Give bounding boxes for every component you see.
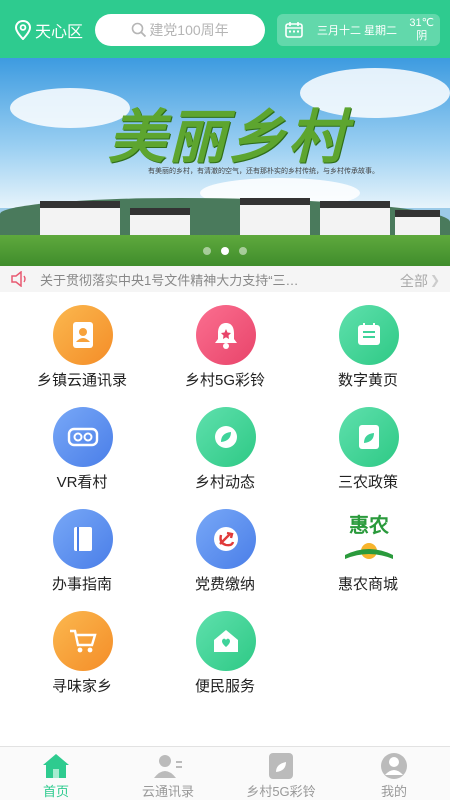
- location-selector[interactable]: 天心区: [14, 18, 83, 42]
- carousel-dot[interactable]: [221, 247, 229, 255]
- contacts-icon: [53, 305, 113, 365]
- service-party-dues[interactable]: 党费缴纳: [150, 509, 300, 609]
- carousel-dot[interactable]: [239, 247, 247, 255]
- contacts-tab-icon: [154, 755, 182, 778]
- party-emblem-icon: [196, 509, 256, 569]
- service-guide[interactable]: 办事指南: [7, 509, 157, 609]
- service-vr-village[interactable]: VR看村: [7, 407, 157, 507]
- leaf-icon: [196, 407, 256, 467]
- yellow-pages-icon: [339, 305, 399, 365]
- cart-icon: [53, 611, 113, 671]
- location-label: 天心区: [35, 24, 84, 41]
- service-label: 惠农商城: [337, 576, 398, 593]
- service-label: 寻味家乡: [51, 678, 112, 695]
- service-label: 便民服务: [194, 678, 255, 695]
- service-label: 乡镇云通讯录: [36, 372, 127, 389]
- speaker-icon: [11, 271, 26, 287]
- home-heart-icon: [196, 611, 256, 671]
- top-header: 天心区 建党100周年 三月十二 星期二 31℃ 阴: [0, 0, 450, 58]
- weather-condition: 阴: [416, 30, 428, 42]
- service-label: 三农政策: [337, 474, 398, 491]
- bottom-tab-bar: 首页 云通讯录 乡村5G彩铃 我的: [0, 746, 450, 800]
- service-label: 乡村5G彩铃: [184, 372, 265, 389]
- chevron-right-icon: ❯: [429, 273, 440, 287]
- temperature: 31℃: [409, 17, 434, 29]
- service-label: 数字黄页: [337, 372, 398, 389]
- banner-house: [40, 201, 120, 237]
- banner-title: 美丽乡村: [108, 103, 349, 171]
- tab-label: 云通讯录: [141, 784, 194, 799]
- location-pin-icon: [14, 20, 32, 40]
- policy-icon: [339, 407, 399, 467]
- search-placeholder: 建党100周年: [149, 22, 229, 38]
- ringtone-tab-icon: [269, 753, 293, 779]
- search-icon: [132, 22, 147, 38]
- carousel-dot[interactable]: [203, 247, 211, 255]
- tab-label: 乡村5G彩铃: [246, 784, 316, 799]
- huinong-logo-icon: 惠农: [339, 509, 399, 569]
- service-contacts[interactable]: 乡镇云通讯录: [7, 305, 157, 405]
- service-hometown-taste[interactable]: 寻味家乡: [7, 611, 157, 711]
- service-5g-ringtone[interactable]: 乡村5G彩铃: [150, 305, 300, 405]
- service-yellow-pages[interactable]: 数字黄页: [293, 305, 443, 405]
- banner-carousel[interactable]: 美丽乡村 有美丽的乡村，有清澈的空气，还有那朴实的乡村传统，与乡村传承故事。: [0, 58, 450, 266]
- weather-info: 31℃ 阴: [409, 17, 434, 43]
- tab-label: 首页: [42, 784, 69, 799]
- tab-cloud-contacts[interactable]: 云通讯录: [112, 747, 224, 800]
- home-icon: [43, 754, 69, 778]
- service-huinong-mall[interactable]: 惠农 惠农商城: [293, 509, 443, 609]
- notice-bar[interactable]: 关于贯彻落实中央1号文件精神大力支持“三… 全部 ❯: [0, 266, 450, 292]
- service-label: 办事指南: [51, 576, 112, 593]
- lunar-date: 三月十二 星期二: [317, 25, 398, 37]
- notice-text[interactable]: 关于贯彻落实中央1号文件精神大力支持“三…: [40, 270, 330, 289]
- service-convenience[interactable]: 便民服务: [150, 611, 300, 711]
- banner-house: [240, 198, 310, 238]
- carousel-indicator: [0, 247, 450, 255]
- notice-all-link[interactable]: 全部: [400, 271, 428, 291]
- search-input[interactable]: 建党100周年: [95, 14, 265, 46]
- huinong-logo-text: 惠农: [349, 515, 389, 537]
- service-label: VR看村: [56, 474, 108, 491]
- service-agri-policy[interactable]: 三农政策: [293, 407, 443, 507]
- service-label: 党费缴纳: [194, 576, 255, 593]
- service-label: 乡村动态: [194, 474, 255, 491]
- book-icon: [53, 509, 113, 569]
- banner-subtitle: 有美丽的乡村，有清澈的空气，还有那朴实的乡村传统，与乡村传承故事。: [148, 168, 379, 175]
- tab-home[interactable]: 首页: [0, 747, 112, 800]
- vr-icon: [53, 407, 113, 467]
- tab-5g-ringtone[interactable]: 乡村5G彩铃: [225, 747, 337, 800]
- date-weather-widget[interactable]: 三月十二 星期二 31℃ 阴: [277, 14, 440, 46]
- tab-label: 我的: [380, 784, 407, 799]
- banner-house: [320, 201, 390, 237]
- tab-mine[interactable]: 我的: [338, 747, 450, 800]
- calendar-icon: [285, 22, 303, 38]
- user-icon: [381, 753, 407, 779]
- service-village-news[interactable]: 乡村动态: [150, 407, 300, 507]
- bell-icon: [196, 305, 256, 365]
